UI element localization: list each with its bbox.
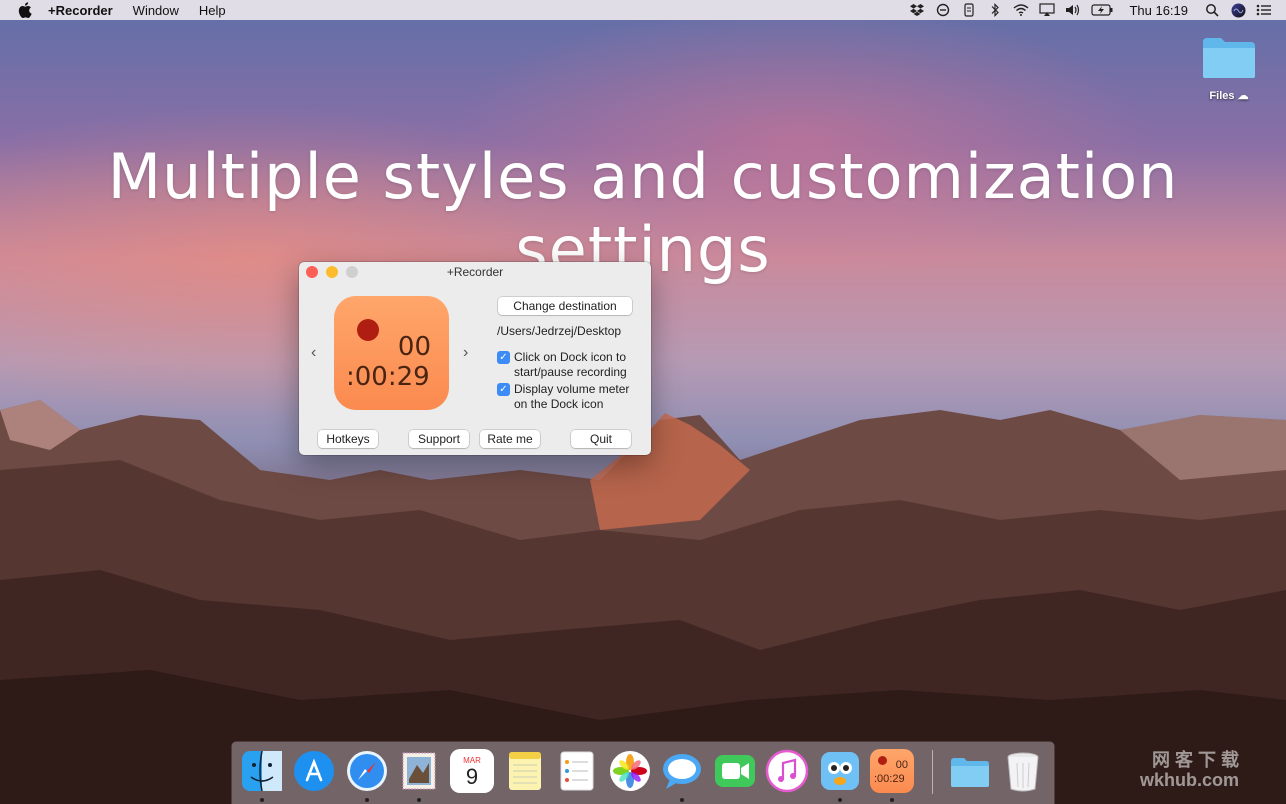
recorder-window: +Recorder ‹ 00 :00:29 › Change destinati… (299, 262, 651, 455)
calendar-day: 9 (465, 763, 479, 789)
support-button[interactable]: Support (409, 430, 469, 448)
checkbox-dock-click[interactable]: ✓ (497, 351, 510, 364)
recorder-style-preview: 00 :00:29 (334, 296, 449, 410)
dock: MAR 9 00 :00:29 (232, 742, 1054, 804)
mail-running-dot (417, 798, 421, 802)
facetime-icon[interactable] (713, 749, 757, 793)
bluetooth-icon[interactable] (987, 3, 1003, 17)
option-dock-click-line1: Click on Dock icon to (514, 350, 627, 364)
mail-icon[interactable] (397, 749, 441, 793)
recorder-running-dot (890, 798, 894, 802)
battery-icon[interactable] (1091, 3, 1113, 17)
dock-record-dot-icon (878, 756, 887, 765)
change-destination-button[interactable]: Change destination (498, 297, 632, 315)
rate-me-button[interactable]: Rate me (480, 430, 540, 448)
recorder-icon[interactable]: 00 :00:29 (870, 749, 914, 793)
dropbox-icon[interactable] (909, 3, 925, 17)
folder-icon (1203, 38, 1255, 78)
checkbox-volume-meter[interactable]: ✓ (497, 383, 510, 396)
apple-icon[interactable] (18, 2, 32, 18)
menu-app-name[interactable]: +Recorder (48, 3, 113, 18)
messages-running-dot (680, 798, 684, 802)
timer-icon[interactable] (935, 3, 951, 17)
watermark: 网 客 下 载 wkhub.com (1140, 750, 1239, 790)
itunes-icon[interactable] (765, 749, 809, 793)
option-dock-click[interactable]: ✓ Click on Dock icon to start/pause recor… (497, 350, 627, 380)
watermark-line2: wkhub.com (1140, 770, 1240, 790)
chevron-left-icon[interactable]: ‹ (311, 344, 316, 362)
tweetbot-icon[interactable] (818, 749, 862, 793)
menu-window[interactable]: Window (133, 3, 179, 18)
quit-button[interactable]: Quit (571, 430, 631, 448)
destination-path: /Users/Jedrzej/Desktop (497, 324, 622, 338)
desktop-folder-files[interactable]: Files ☁ (1200, 34, 1258, 102)
recorder-top-digits: 00 (397, 332, 431, 362)
search-icon[interactable] (1204, 3, 1220, 17)
airplay-icon[interactable] (1039, 3, 1056, 17)
menu-help[interactable]: Help (199, 3, 226, 18)
hotkeys-button[interactable]: Hotkeys (318, 430, 378, 448)
finder-running-dot (260, 798, 264, 802)
safari-running-dot (365, 798, 369, 802)
app-store-icon[interactable] (292, 749, 336, 793)
reminders-icon[interactable] (555, 749, 599, 793)
minimize-button[interactable] (326, 266, 338, 278)
folder-icon[interactable] (948, 749, 992, 793)
zoom-button[interactable] (346, 266, 358, 278)
dock-recorder-top: 00 (895, 759, 908, 771)
close-button[interactable] (306, 266, 318, 278)
record-dot-icon (357, 319, 379, 341)
calendar-icon[interactable]: MAR 9 (450, 749, 494, 793)
option-volume-meter-line1: Display volume meter (514, 382, 630, 396)
siri-icon[interactable] (1230, 3, 1246, 17)
volume-icon[interactable] (1065, 3, 1081, 17)
watermark-line1: 网 客 下 载 (1152, 750, 1240, 770)
dock-separator (932, 750, 933, 794)
menu-bar: +Recorder Window Help Thu 16:19 (0, 0, 1286, 20)
window-titlebar[interactable]: +Recorder (299, 262, 651, 282)
notes-icon[interactable] (503, 749, 547, 793)
chevron-right-icon[interactable]: › (463, 344, 468, 362)
option-volume-meter[interactable]: ✓ Display volume meter on the Dock icon (497, 382, 629, 412)
menu-clock[interactable]: Thu 16:19 (1129, 3, 1188, 18)
list-icon[interactable] (1256, 3, 1272, 17)
wifi-icon[interactable] (1013, 3, 1029, 17)
finder-icon[interactable] (240, 749, 284, 793)
option-volume-meter-line2: on the Dock icon (514, 397, 604, 411)
desktop-folder-label: Files (1209, 90, 1235, 102)
window-title: +Recorder (446, 265, 504, 279)
messages-icon[interactable] (660, 749, 704, 793)
dock-recorder-time: :00:29 (874, 773, 905, 785)
cloud-icon: ☁ (1237, 90, 1249, 102)
trash-icon[interactable] (1001, 749, 1045, 793)
tweetbot-running-dot (838, 798, 842, 802)
photos-icon[interactable] (608, 749, 652, 793)
touch-icon[interactable] (961, 3, 977, 17)
option-dock-click-line2: start/pause recording (514, 365, 627, 379)
safari-icon[interactable] (345, 749, 389, 793)
recorder-time: :00:29 (346, 362, 430, 392)
